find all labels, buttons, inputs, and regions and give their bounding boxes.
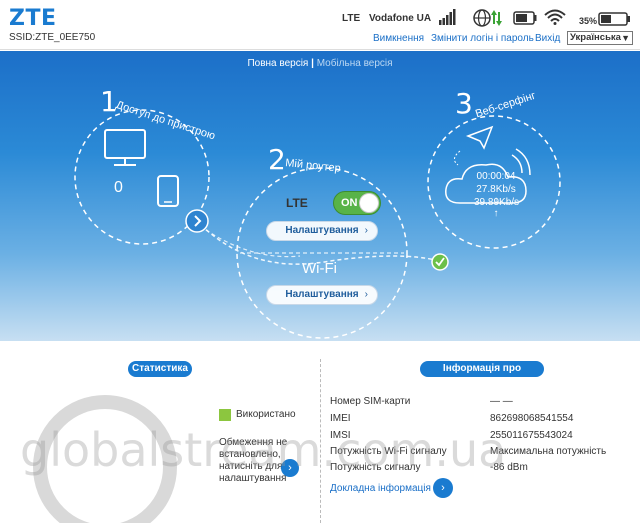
operator-name: Vodafone UA [369, 13, 432, 24]
info-value: -86 dBm [490, 462, 528, 473]
lte-toggle-state: ON [341, 197, 358, 209]
detailed-info-link[interactable]: Докладна інформація [330, 483, 431, 494]
check-icon [431, 253, 449, 271]
battery-icon [598, 12, 632, 29]
limit-not-set-note[interactable]: Обмеження не встановлено, натисніть для … [219, 437, 289, 485]
network-type: LTE [342, 13, 361, 24]
upload-speed: 39.89Kb/s ↑ [474, 197, 520, 219]
info-label: IMSI [330, 430, 351, 441]
internet-connected-icon [473, 8, 503, 31]
phone-icon [157, 175, 179, 207]
connection-time: 00:00:04 [476, 171, 516, 182]
wifi-label: Wi-Fi [302, 260, 337, 277]
shutdown-link[interactable]: Вимкнення [373, 33, 424, 44]
toggle-knob [359, 193, 379, 213]
language-select-value: Українська [570, 32, 621, 43]
statistics-settings-button[interactable]: › [281, 459, 299, 477]
hero-panel: Повна версія | Мобільна версія 1 Доступ … [0, 51, 640, 341]
detailed-info-button[interactable]: › [433, 478, 453, 498]
ssid-label: SSID:ZTE_0EE750 [9, 32, 96, 43]
chevron-right-icon: › [364, 225, 368, 236]
used-legend-label: Використано [236, 409, 296, 420]
zte-logo: ZTE [9, 6, 57, 31]
lte-settings-button[interactable]: Налаштування › [266, 221, 378, 241]
logout-link[interactable]: Вихід [535, 33, 560, 44]
info-value: Максимальна потужність [490, 446, 607, 457]
device-info-title: Інформація про пристрій [420, 361, 544, 390]
info-value: 862698068541554 [490, 413, 574, 424]
sim-card-icon [513, 11, 537, 28]
info-value: — — [490, 396, 513, 407]
limit-not-set-text: Обмеження не встановлено, натисніть для … [219, 437, 288, 484]
top-header: ZTE SSID:ZTE_0EE750 LTE Vodafone UA 35% … [0, 0, 640, 50]
chevron-down-icon: ▼ [621, 33, 630, 43]
step-2-number: 2 [268, 143, 286, 176]
usage-donut-ring [33, 395, 177, 523]
lte-settings-label: Налаштування [285, 225, 359, 236]
wifi-settings-label: Налаштування [285, 289, 359, 300]
used-legend-swatch [219, 409, 231, 421]
step-3-number: 3 [455, 87, 473, 120]
info-label: IMEI [330, 413, 351, 424]
info-label: Номер SIM-карти [330, 396, 411, 407]
access-arrow-button [185, 209, 209, 233]
wifi-icon [544, 9, 566, 28]
paper-plane-icon [454, 125, 494, 166]
step-1-number: 1 [100, 85, 118, 118]
lower-panel: Статистика Інформація про пристрій Викор… [0, 341, 640, 523]
info-value: 255011675543024 [490, 430, 573, 441]
section-divider [320, 359, 321, 523]
battery-percent: 35% [579, 16, 598, 26]
info-label: Потужність сигналу [330, 462, 421, 473]
lte-label: LTE [286, 196, 308, 210]
change-credentials-link[interactable]: Змінити логін і пароль [431, 33, 534, 44]
monitor-icon [104, 129, 146, 166]
lte-toggle[interactable]: ON [333, 191, 381, 215]
language-select[interactable]: Українська ▼ [567, 31, 633, 45]
info-label: Потужність Wi-Fi сигналу [330, 446, 447, 457]
chevron-right-icon: › [364, 289, 368, 300]
signal-strength-icon [439, 9, 457, 28]
connected-devices-count: 0 [114, 179, 123, 196]
wifi-settings-button[interactable]: Налаштування › [266, 285, 378, 305]
statistics-title: Статистика [128, 361, 192, 377]
